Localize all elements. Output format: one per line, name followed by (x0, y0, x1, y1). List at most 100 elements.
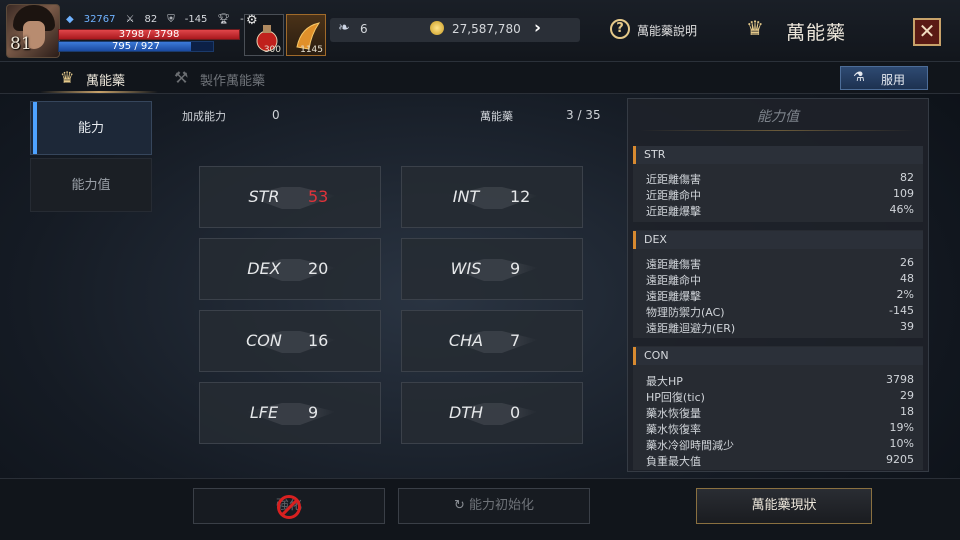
close-button[interactable]: ✕ (913, 18, 941, 46)
gear-icon[interactable]: ⚙ (246, 13, 258, 28)
help-link[interactable]: 萬能藥說明 (637, 22, 697, 39)
elixir-count-label: 萬能藥 (480, 110, 513, 123)
use-button[interactable]: ⚗ 服用 (840, 66, 928, 90)
section-header-con: CON (633, 347, 923, 365)
stat-key: 最大HP (646, 375, 683, 388)
elixir-crest-icon: ♛ (746, 16, 764, 40)
stat-card-lfe[interactable]: LFE 9 (199, 382, 381, 444)
hp-bar: 3798 / 3798 (58, 29, 240, 40)
mp-bar: 795 / 927 (58, 41, 214, 52)
stat-val: 48 (900, 272, 914, 285)
section-header-str: STR (633, 146, 923, 164)
tab-elixir[interactable]: 萬能藥 (86, 70, 125, 89)
stat-card-str[interactable]: STR 53 (199, 166, 381, 228)
section-header-dex: DEX (633, 231, 923, 249)
stat-card-wis[interactable]: WIS 9 (401, 238, 583, 300)
stat-value: 9 (308, 403, 319, 422)
hp-text: 3798 / 3798 (118, 29, 180, 40)
stat-key: 遠距離命中 (646, 274, 701, 287)
stat-val: 2% (896, 288, 914, 301)
power-icon: ◆ (66, 14, 74, 25)
stat-val: 46% (889, 203, 914, 216)
chevron-right-icon[interactable]: › (534, 18, 541, 38)
trophy-icon: 🏆︎ (217, 14, 231, 25)
stat-key: 藥水冷卻時間減少 (646, 439, 734, 452)
stat-card-dth[interactable]: DTH 0 (401, 382, 583, 444)
bonus-value: 0 (272, 108, 280, 122)
potion-icon: ⚗ (853, 70, 865, 85)
tab-craft-elixir[interactable]: 製作萬能藥 (200, 70, 265, 89)
helmet-icon: ⛨ (167, 14, 175, 25)
slot-count: 300 (263, 45, 281, 55)
slot-count: 1145 (300, 45, 323, 55)
stat-card-con[interactable]: CON 16 (199, 310, 381, 372)
help-icon[interactable]: ? (610, 19, 630, 39)
elixir-count-value: 3 / 35 (566, 108, 601, 122)
stat-key: 近距離傷害 (646, 173, 701, 186)
stat-key: 近距離爆擊 (646, 205, 701, 218)
stat-val: 19% (889, 421, 914, 434)
attack-value: 82 (144, 14, 158, 25)
feather-icon: ❧ (338, 20, 350, 36)
active-indicator (33, 102, 37, 154)
stat-row: 藥水恢復率 19% (646, 421, 914, 436)
stat-val: 9205 (886, 453, 914, 466)
stat-card-cha[interactable]: CHA 7 (401, 310, 583, 372)
nav-ability-value[interactable]: 能力值 (30, 158, 152, 212)
stat-val: 109 (893, 187, 914, 200)
enhance-button[interactable]: 強化 (193, 488, 385, 524)
nav-ability-value-label: 能力值 (71, 178, 111, 193)
elixir-status-label: 萬能藥現狀 (751, 498, 817, 513)
stat-row: 遠距離爆擊 2% (646, 288, 914, 303)
stat-key: 藥水恢復率 (646, 423, 701, 436)
stat-val: 18 (900, 405, 914, 418)
stat-row: HP回復(tic) 29 (646, 389, 914, 404)
sword-icon: ⚔ (125, 14, 135, 25)
stat-value: 16 (308, 331, 329, 350)
quick-slot-item[interactable]: 1145 (286, 14, 326, 56)
nav-ability[interactable]: 能力 (30, 101, 152, 155)
stat-key: 近距離命中 (646, 189, 701, 202)
stat-row: 遠距離傷害 26 (646, 256, 914, 271)
nav-ability-label: 能力 (77, 121, 104, 136)
mp-text: 795 / 927 (112, 41, 160, 52)
stat-value: 9 (510, 259, 521, 278)
stat-row: 負重最大值 9205 (646, 453, 914, 468)
reset-ability-button[interactable]: ↻ 能力初始化 (398, 488, 590, 524)
elixir-status-button[interactable]: 萬能藥現狀 (696, 488, 872, 524)
elixir-tab-icon: ♛ (60, 68, 75, 87)
panel-title: 能力值 (757, 109, 799, 125)
power-value: 32767 (83, 14, 116, 25)
craft-tab-icon: ⚒ (174, 68, 189, 87)
stat-value: 53 (308, 187, 329, 206)
stat-row: 近距離爆擊 46% (646, 203, 914, 218)
title-divider (640, 130, 916, 131)
stat-row: 近距離命中 109 (646, 187, 914, 202)
stat-key: 物理防禦力(AC) (646, 306, 725, 319)
stat-val: 10% (889, 437, 914, 450)
reset-ability-label: 能力初始化 (468, 498, 534, 513)
disabled-icon (277, 495, 301, 519)
gold-coin-icon (430, 21, 444, 35)
stat-val: 39 (900, 320, 914, 333)
feather-count: 6 (360, 22, 368, 36)
stat-key: 遠距離傷害 (646, 258, 701, 271)
stat-key: 負重最大值 (646, 455, 701, 468)
stat-key: 遠距離迴避力(ER) (646, 322, 736, 335)
bonus-label: 加成能力 (182, 110, 226, 123)
stat-card-dex[interactable]: DEX 20 (199, 238, 381, 300)
stat-val: -145 (889, 304, 914, 317)
stat-value: 20 (308, 259, 329, 278)
refresh-icon: ↻ (454, 498, 465, 513)
stat-key: 遠距離爆擊 (646, 290, 701, 303)
use-button-label: 服用 (881, 73, 906, 87)
stat-key: HP回復(tic) (646, 391, 705, 404)
stat-card-int[interactable]: INT 12 (401, 166, 583, 228)
stat-val: 26 (900, 256, 914, 269)
player-stat-row: ◆ 32767 ⚔ 82 ⛨ -145 🏆︎ - (66, 14, 244, 25)
stat-val: 3798 (886, 373, 914, 386)
stat-row: 物理防禦力(AC) -145 (646, 304, 914, 319)
stat-val: 29 (900, 389, 914, 402)
stat-row: 藥水冷卻時間減少 10% (646, 437, 914, 452)
stat-value: 7 (510, 331, 521, 350)
